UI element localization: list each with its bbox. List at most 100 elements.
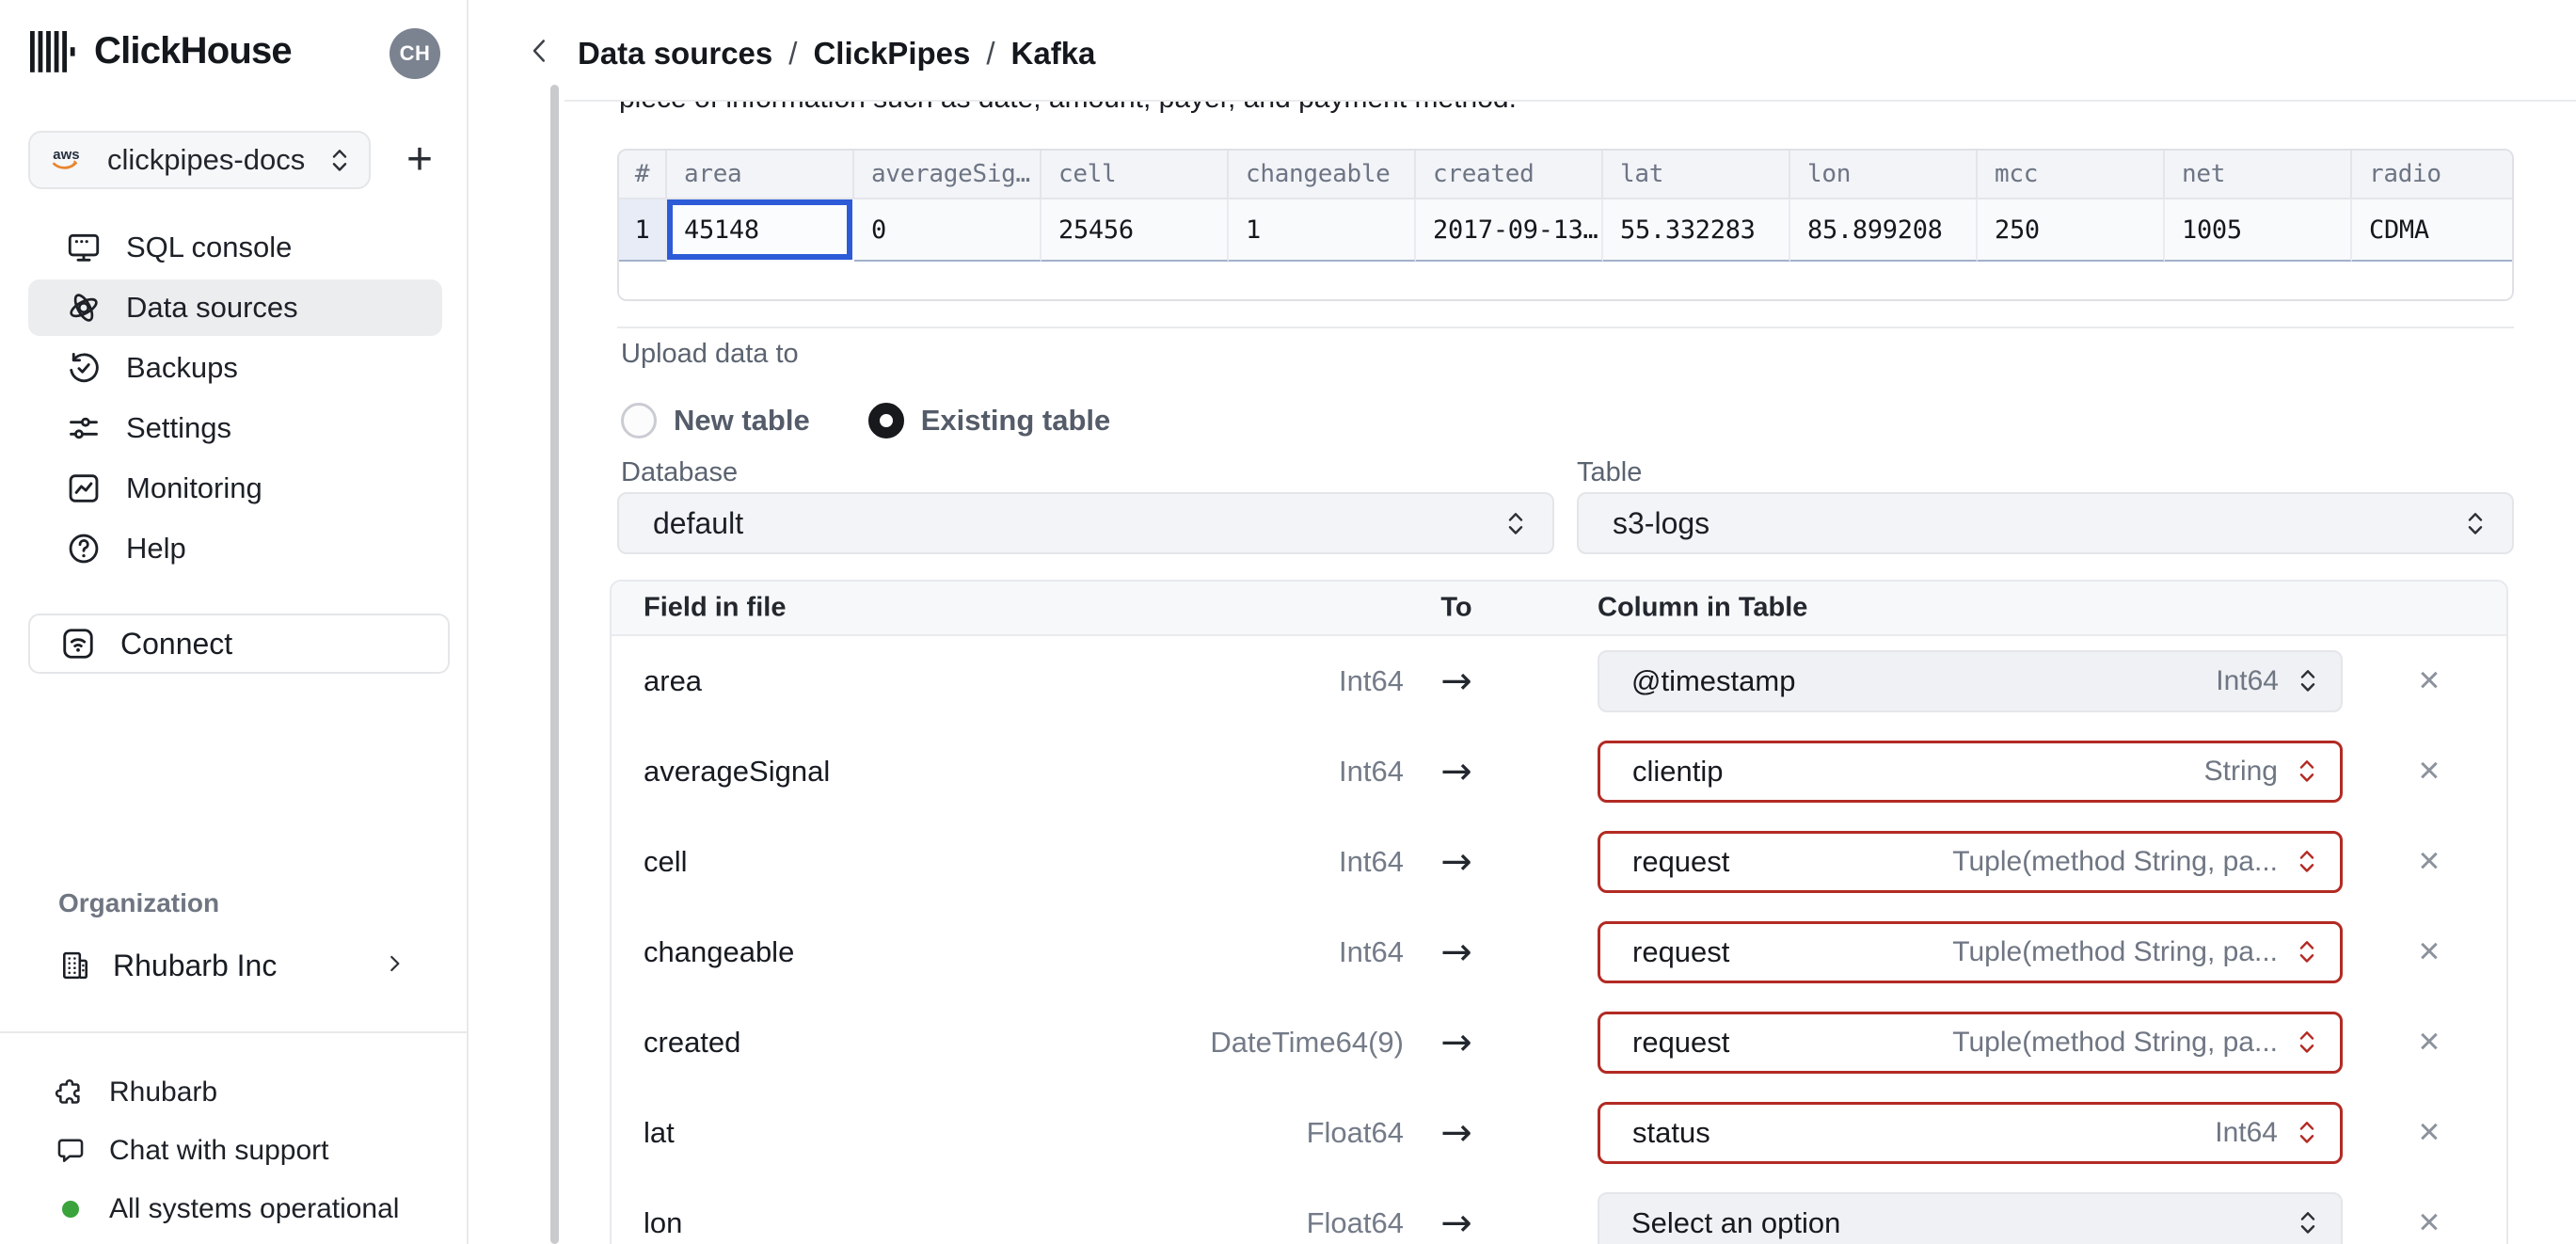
footer-item-label: Rhubarb xyxy=(109,1077,218,1108)
column-type: Tuple(method String, pa... xyxy=(1952,936,2278,967)
add-service-button[interactable]: + xyxy=(395,132,444,186)
chevron-updown-icon xyxy=(2298,666,2318,696)
back-button[interactable] xyxy=(523,34,557,73)
remove-mapping-button[interactable]: ✕ xyxy=(2397,1207,2461,1240)
sidebar-item-backups[interactable]: Backups xyxy=(28,340,442,396)
table-cell[interactable]: 1 xyxy=(1229,199,1416,262)
connect-button[interactable]: Connect xyxy=(28,614,450,674)
field-type: Int64 xyxy=(1339,664,1404,697)
table-cell[interactable]: 55.332283 xyxy=(1603,199,1790,262)
arrow-right-icon: → xyxy=(1440,660,1472,703)
column-header--: # xyxy=(619,151,667,199)
table-value: s3-logs xyxy=(1613,505,1710,540)
footer-item-chat-with-support[interactable]: Chat with support xyxy=(55,1122,450,1180)
column-select-value: @timestamp xyxy=(1631,664,1796,697)
column-select-value: request xyxy=(1632,845,1730,878)
sidebar-item-label: Data sources xyxy=(126,291,298,324)
monitoring-icon xyxy=(66,470,102,506)
clipped-description: piece of information such as date, amoun… xyxy=(619,102,2275,118)
database-select[interactable]: default xyxy=(617,492,1554,554)
sidebar-item-data-sources[interactable]: Data sources xyxy=(28,279,442,336)
chevron-right-icon xyxy=(382,951,406,980)
remove-mapping-button[interactable]: ✕ xyxy=(2397,936,2461,969)
field-type: Int64 xyxy=(1339,935,1404,968)
column-type: Tuple(method String, pa... xyxy=(1952,846,2278,877)
field-name: cell xyxy=(644,845,688,878)
sidebar-item-label: Settings xyxy=(126,411,232,444)
table-cell[interactable]: 85.899208 xyxy=(1790,199,1978,262)
sidebar-nav: SQL console Data sources Backups Settings Mo… xyxy=(28,219,442,581)
user-avatar[interactable]: CH xyxy=(390,28,440,79)
chevron-updown-icon xyxy=(2297,1028,2317,1058)
puzzle-icon xyxy=(55,1077,87,1108)
sidebar-item-settings[interactable]: Settings xyxy=(28,400,442,456)
mapping-rows: area Int64 → @timestamp Int64 ✕ averageSignal I… xyxy=(612,636,2506,1244)
table-cell[interactable]: 2017-09-13… xyxy=(1416,199,1603,262)
column-select-value: Select an option xyxy=(1631,1206,1841,1239)
column-select[interactable]: request Tuple(method String, pa... xyxy=(1598,831,2343,893)
column-select[interactable]: request Tuple(method String, pa... xyxy=(1598,921,2343,983)
remove-mapping-button[interactable]: ✕ xyxy=(2397,665,2461,698)
database-label: Database xyxy=(621,457,739,487)
sidebar-item-monitoring[interactable]: Monitoring xyxy=(28,460,442,517)
table-cell: 1 xyxy=(619,199,667,262)
selected-cell[interactable]: 45148 xyxy=(667,199,854,262)
column-type: Int64 xyxy=(2216,665,2279,696)
column-header-net: net xyxy=(2165,151,2352,199)
data-preview-table: # area averageSig… cell changeable created lat… xyxy=(617,149,2514,301)
sidebar-item-sql-console[interactable]: SQL console xyxy=(28,219,442,276)
breadcrumb: Data sources / ClickPipes / Kafka xyxy=(578,32,1095,75)
column-select[interactable]: status Int64 xyxy=(1598,1102,2343,1164)
field-type: Int64 xyxy=(1339,755,1404,788)
column-select[interactable]: clientip String xyxy=(1598,741,2343,803)
footer-item-all-systems-operational[interactable]: All systems operational xyxy=(55,1180,450,1238)
organization-selector[interactable]: Rhubarb Inc xyxy=(58,941,435,990)
remove-mapping-button[interactable]: ✕ xyxy=(2397,1027,2461,1060)
column-select-value: status xyxy=(1632,1116,1710,1149)
radio-label-new-table: New table xyxy=(674,404,810,437)
column-type: String xyxy=(2203,756,2278,787)
column-select[interactable]: request Tuple(method String, pa... xyxy=(1598,1012,2343,1074)
radio-new-table[interactable] xyxy=(621,403,657,439)
column-select-value: clientip xyxy=(1632,755,1724,788)
sidebar-item-help[interactable]: Help xyxy=(28,520,442,577)
column-header-radio: radio xyxy=(2352,151,2512,199)
table-cell[interactable]: 1005 xyxy=(2165,199,2352,262)
table-cell[interactable]: 25456 xyxy=(1042,199,1229,262)
table-cell[interactable]: 250 xyxy=(1978,199,2165,262)
radio-existing-table[interactable] xyxy=(867,403,904,439)
mapping-header: Field in file To Column in Table xyxy=(612,582,2506,636)
field-in-file-header: Field in file xyxy=(644,592,787,623)
sidebar-item-label: Backups xyxy=(126,351,238,384)
chevron-updown-icon xyxy=(2298,1208,2318,1238)
connect-icon xyxy=(60,626,96,662)
table-cell[interactable]: 0 xyxy=(854,199,1042,262)
preview-grid: # area averageSig… cell changeable created lat… xyxy=(619,151,2512,299)
breadcrumb-item-data-sources[interactable]: Data sources xyxy=(578,36,772,72)
chat-icon xyxy=(55,1135,87,1167)
breadcrumb-item-clickpipes[interactable]: ClickPipes xyxy=(813,36,970,72)
data-sources-icon xyxy=(66,290,102,326)
column-header-cell: cell xyxy=(1042,151,1229,199)
breadcrumb-item-kafka[interactable]: Kafka xyxy=(1011,36,1096,72)
column-select[interactable]: Select an option xyxy=(1598,1192,2343,1244)
table-cell[interactable]: CDMA xyxy=(2352,199,2512,262)
column-header-created: created xyxy=(1416,151,1603,199)
workspace-selector[interactable]: aws clickpipes-docs xyxy=(28,131,371,189)
column-select[interactable]: @timestamp Int64 xyxy=(1598,650,2343,712)
footer-item-rhubarb[interactable]: Rhubarb xyxy=(55,1063,450,1122)
footer-item-label: Chat with support xyxy=(109,1135,329,1166)
aws-icon: aws xyxy=(51,145,94,175)
vertical-scrollbar[interactable] xyxy=(550,85,559,1244)
field-type: Float64 xyxy=(1306,1116,1404,1149)
database-value: default xyxy=(653,505,744,540)
table-select[interactable]: s3-logs xyxy=(1577,492,2514,554)
sidebar-divider xyxy=(0,1031,467,1033)
building-icon xyxy=(58,949,92,982)
remove-mapping-button[interactable]: ✕ xyxy=(2397,1117,2461,1150)
remove-mapping-button[interactable]: ✕ xyxy=(2397,756,2461,789)
settings-icon xyxy=(66,410,102,446)
organization-name: Rhubarb Inc xyxy=(113,948,278,982)
to-header: To xyxy=(1440,592,1472,623)
remove-mapping-button[interactable]: ✕ xyxy=(2397,846,2461,879)
